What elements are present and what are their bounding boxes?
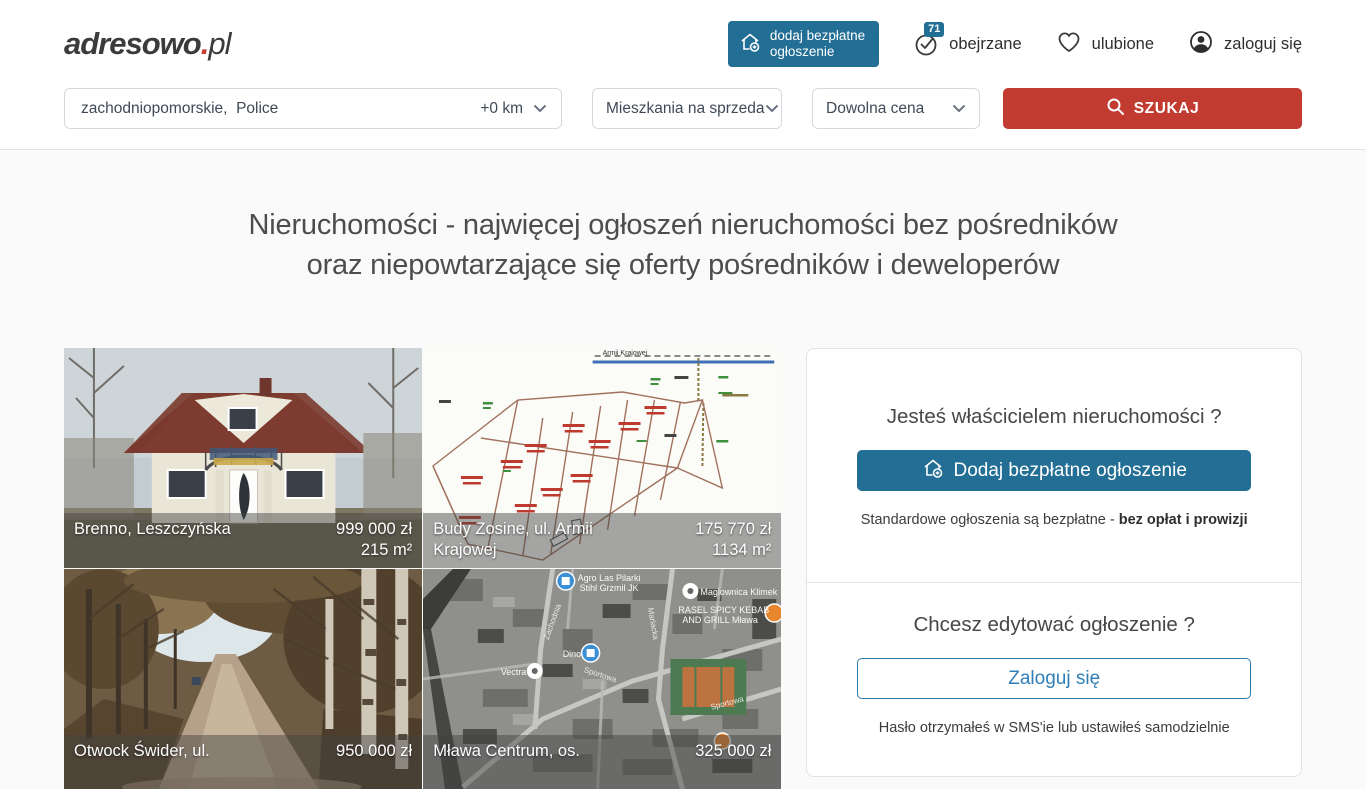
edit-note: Hasło otrzymałeś w SMS'ie lub ustawiłeś … bbox=[857, 720, 1251, 736]
owner-heading: Jesteś właścicielem nieruchomości ? bbox=[857, 405, 1251, 429]
edit-section: Chcesz edytować ogłoszenie ? Zaloguj się… bbox=[807, 582, 1301, 776]
chevron-down-icon bbox=[765, 100, 779, 118]
radius-select[interactable]: +0 km bbox=[480, 100, 547, 118]
listing-overlay: Otwock Świder, ul. 950 000 zł bbox=[64, 735, 422, 789]
listing-meta: 325 000 zł bbox=[695, 741, 771, 782]
chevron-down-icon bbox=[533, 100, 547, 118]
map-label-kebab-2: AND GRILL Mława bbox=[683, 615, 758, 625]
map-label-agro-1: Agro Las Pilarki bbox=[578, 573, 641, 583]
logo-tld: pl bbox=[208, 26, 230, 61]
listing-price: 325 000 zł bbox=[695, 741, 771, 762]
owner-section: Jesteś właścicielem nieruchomości ? Doda… bbox=[807, 349, 1301, 582]
search-icon bbox=[1106, 97, 1125, 121]
listing-title: Budy Zosine, ul. Armii Krajowej bbox=[433, 519, 648, 561]
logo-name: adresowo bbox=[64, 26, 201, 61]
location-input-group: +0 km bbox=[64, 88, 562, 129]
search-button-label: SZUKAJ bbox=[1134, 100, 1200, 118]
favorites-label: ulubione bbox=[1092, 35, 1154, 54]
house-plus-icon bbox=[921, 456, 945, 486]
owner-note-text: Standardowe ogłoszenia są bezpłatne - bbox=[861, 512, 1119, 528]
owner-panel: Jesteś właścicielem nieruchomości ? Doda… bbox=[806, 348, 1302, 777]
listing-price: 950 000 zł bbox=[336, 741, 412, 762]
listing-title: Brenno, Leszczyńska bbox=[74, 519, 231, 561]
page-title: Nieruchomości - najwięcej ogłoszeń nieru… bbox=[0, 205, 1366, 285]
logo[interactable]: adresowo.pl bbox=[64, 26, 230, 62]
search-bar: +0 km Mieszkania na sprzeda Dowolna cena… bbox=[0, 88, 1366, 150]
viewed-count-badge: 71 bbox=[924, 22, 944, 37]
listing-grid: Brenno, Leszczyńska 999 000 zł 215 m² Ar… bbox=[64, 348, 781, 789]
add-free-listing-button[interactable]: Dodaj bezpłatne ogłoszenie bbox=[857, 450, 1251, 491]
edit-heading: Chcesz edytować ogłoszenie ? bbox=[857, 613, 1251, 637]
add-listing-button[interactable]: dodaj bezpłatne ogłoszenie bbox=[728, 21, 879, 67]
heart-icon bbox=[1056, 30, 1082, 59]
login-link[interactable]: zaloguj się bbox=[1188, 29, 1302, 60]
listing-meta: 950 000 zł bbox=[336, 741, 412, 782]
listing-meta: 999 000 zł 215 m² bbox=[336, 519, 412, 561]
map-label-agro-2: Stihl Grzmil JK bbox=[580, 583, 639, 593]
map-label-kebab-1: RASEL SPICY KEBAB bbox=[679, 605, 770, 615]
login-label: zaloguj się bbox=[1224, 35, 1302, 54]
price-select[interactable]: Dowolna cena bbox=[812, 88, 980, 129]
viewed-link[interactable]: 71 obejrzane bbox=[913, 31, 1021, 57]
radius-value: +0 km bbox=[480, 100, 523, 118]
favorites-link[interactable]: ulubione bbox=[1056, 30, 1154, 59]
location-input[interactable] bbox=[79, 99, 470, 119]
listing-area: 215 m² bbox=[336, 540, 412, 561]
chevron-down-icon bbox=[952, 100, 966, 118]
listing-card-otwock[interactable]: Otwock Świder, ul. 950 000 zł bbox=[64, 569, 422, 789]
user-circle-icon bbox=[1188, 29, 1214, 60]
map-label-maglownica: Maglownica Klimek bbox=[701, 587, 778, 597]
listing-card-mlawa[interactable]: Agro Las Pilarki Stihl Grzmil JK Maglown… bbox=[423, 569, 781, 789]
listing-title: Otwock Świder, ul. bbox=[74, 741, 210, 782]
plot-street-label: Armii Krajowej bbox=[603, 350, 648, 357]
category-select[interactable]: Mieszkania na sprzeda bbox=[592, 88, 782, 129]
listing-title: Mława Centrum, os. bbox=[433, 741, 580, 782]
price-value: Dowolna cena bbox=[826, 100, 924, 118]
listing-overlay: Mława Centrum, os. 325 000 zł bbox=[423, 735, 781, 789]
main-content: Nieruchomości - najwięcej ogłoszeń nieru… bbox=[0, 150, 1366, 789]
listing-overlay: Budy Zosine, ul. Armii Krajowej 175 770 … bbox=[423, 513, 781, 568]
header-actions: dodaj bezpłatne ogłoszenie 71 obejrzane … bbox=[728, 21, 1302, 67]
content-columns: Brenno, Leszczyńska 999 000 zł 215 m² Ar… bbox=[0, 348, 1366, 789]
owner-note: Standardowe ogłoszenia są bezpłatne - be… bbox=[857, 512, 1251, 528]
add-listing-label: dodaj bezpłatne ogłoszenie bbox=[770, 28, 865, 60]
listing-card-brenno[interactable]: Brenno, Leszczyńska 999 000 zł 215 m² bbox=[64, 348, 422, 568]
listing-overlay: Brenno, Leszczyńska 999 000 zł 215 m² bbox=[64, 513, 422, 568]
listing-price: 999 000 zł bbox=[336, 519, 412, 540]
add-listing-label-line1: dodaj bezpłatne bbox=[770, 28, 865, 44]
add-listing-label-line2: ogłoszenie bbox=[770, 44, 865, 60]
login-button[interactable]: Zaloguj się bbox=[857, 658, 1251, 699]
category-value: Mieszkania na sprzeda bbox=[606, 100, 765, 118]
page-title-line1: Nieruchomości - najwięcej ogłoszeń nieru… bbox=[0, 205, 1366, 245]
owner-note-bold: bez opłat i prowizji bbox=[1119, 512, 1248, 528]
site-header: adresowo.pl dodaj bezpłatne ogłoszenie bbox=[0, 0, 1366, 88]
map-label-vectra: Vectra bbox=[501, 667, 526, 677]
viewed-label: obejrzane bbox=[949, 35, 1021, 54]
search-button[interactable]: SZUKAJ bbox=[1003, 88, 1302, 129]
map-label-dino: Dino bbox=[563, 649, 581, 659]
listing-meta: 175 770 zł 1134 m² bbox=[695, 519, 771, 561]
house-plus-icon bbox=[738, 30, 762, 58]
viewed-check-icon: 71 bbox=[913, 31, 939, 57]
listing-price: 175 770 zł bbox=[695, 519, 771, 540]
listing-area: 1134 m² bbox=[695, 540, 771, 561]
page-title-line2: oraz niepowtarzające się oferty pośredni… bbox=[0, 245, 1366, 285]
listing-card-budy-zosine[interactable]: Armii Krajowej bbox=[423, 348, 781, 568]
add-free-listing-label: Dodaj bezpłatne ogłoszenie bbox=[953, 460, 1186, 482]
